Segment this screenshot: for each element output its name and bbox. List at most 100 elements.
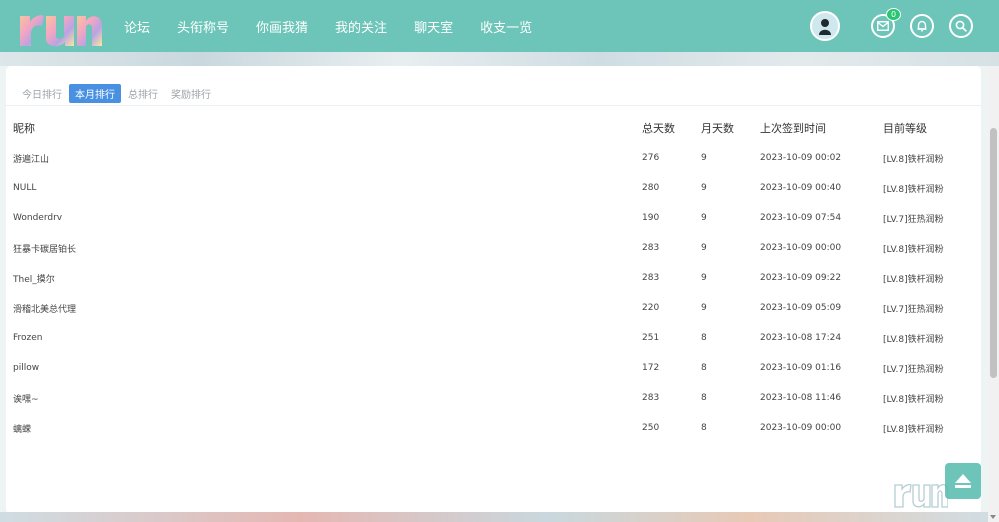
table-row: 狂暴卡碳居铂长 283 9 2023-10-09 00:00 [LV.8]铁杆润… [6, 233, 981, 263]
cell-nickname[interactable]: 螭蝾 [6, 413, 642, 443]
cell-level: [LV.7]狂热润粉 [883, 214, 944, 225]
cell-month-days: 9 [701, 303, 707, 313]
table-row: pillow 172 8 2023-10-09 01:16 [LV.7]狂热润粉 [6, 353, 981, 383]
cell-month-days: 8 [701, 423, 707, 433]
site-watermark-logo [892, 476, 949, 514]
site-logo[interactable] [14, 2, 102, 52]
cell-nickname[interactable]: 滑稽北美总代理 [6, 293, 642, 323]
cell-month-days: 8 [701, 333, 707, 343]
cell-month-days: 9 [701, 153, 707, 163]
table-row: 螭蝾 250 8 2023-10-09 00:00 [LV.8]铁杆润粉 [6, 413, 981, 443]
nav-link-titles[interactable]: 头衔称号 [177, 17, 229, 36]
table-row: 游遍江山 276 9 2023-10-09 00:02 [LV.8]铁杆润粉 [6, 143, 981, 173]
cell-last-checkin: 2023-10-08 17:24 [760, 333, 842, 343]
ranking-tabs: 今日排行 本月排行 总排行 奖励排行 [16, 84, 218, 103]
top-navbar: 论坛 头衔称号 你画我猜 我的关注 聊天室 收支一览 0 [0, 0, 999, 52]
cell-level: [LV.8]铁杆润粉 [883, 394, 944, 405]
cell-nickname[interactable]: 狂暴卡碳居铂长 [6, 233, 642, 263]
ranking-table: 昵称 总天数 月天数 上次签到时间 目前等级 游遍江山 276 9 2023-1… [6, 113, 981, 443]
search-icon [955, 20, 967, 32]
cell-month-days: 9 [701, 243, 707, 253]
cell-nickname[interactable]: pillow [6, 353, 642, 383]
cell-last-checkin: 2023-10-08 11:46 [760, 393, 842, 403]
header-level: 目前等级 [883, 122, 927, 135]
eject-icon [955, 474, 971, 488]
cell-last-checkin: 2023-10-09 01:16 [760, 363, 842, 373]
table-row: 滑稽北美总代理 220 9 2023-10-09 05:09 [LV.7]狂热润… [6, 293, 981, 323]
cell-level: [LV.8]铁杆润粉 [883, 424, 944, 435]
cell-total-days: 250 [642, 423, 660, 433]
cell-level: [LV.8]铁杆润粉 [883, 244, 944, 255]
tab-all-time[interactable]: 总排行 [122, 84, 164, 103]
cell-total-days: 220 [642, 303, 660, 313]
cell-level: [LV.8]铁杆润粉 [883, 184, 944, 195]
avatar-figure-icon [819, 19, 831, 35]
user-avatar[interactable] [810, 11, 840, 41]
tab-today[interactable]: 今日排行 [16, 84, 68, 103]
mail-count-badge: 0 [886, 8, 901, 21]
cell-nickname[interactable]: Wonderdrv [6, 203, 642, 233]
header-month-days: 月天数 [701, 122, 734, 135]
nav-link-forum[interactable]: 论坛 [124, 17, 150, 36]
cell-month-days: 9 [701, 273, 707, 283]
cell-nickname[interactable]: Thel_摸尔 [6, 263, 642, 293]
header-nickname: 昵称 [13, 122, 35, 135]
mail-icon [877, 21, 889, 31]
nav-link-balance[interactable]: 收支一览 [480, 17, 532, 36]
cell-month-days: 8 [701, 363, 707, 373]
cell-total-days: 251 [642, 333, 660, 343]
table-row: Wonderdrv 190 9 2023-10-09 07:54 [LV.7]狂… [6, 203, 981, 233]
table-row: NULL 280 9 2023-10-09 00:40 [LV.8]铁杆润粉 [6, 173, 981, 203]
scroll-down-arrow-icon[interactable] [990, 515, 996, 519]
cell-level: [LV.7]狂热润粉 [883, 304, 944, 315]
cell-level: [LV.8]铁杆润粉 [883, 274, 944, 285]
cell-level: [LV.8]铁杆润粉 [883, 334, 944, 345]
cell-total-days: 283 [642, 243, 660, 253]
cell-total-days: 283 [642, 273, 660, 283]
ranking-card: 今日排行 本月排行 总排行 奖励排行 昵称 总天数 月天数 上次签到时间 目前等… [6, 66, 981, 514]
table-row: 诶嘿~ 283 8 2023-10-08 11:46 [LV.8]铁杆润粉 [6, 383, 981, 413]
decorative-banner-strip [0, 52, 999, 66]
nav-link-draw-guess[interactable]: 你画我猜 [256, 17, 308, 36]
back-to-top-button[interactable] [945, 463, 981, 499]
cell-nickname[interactable]: Frozen [6, 323, 642, 353]
cell-total-days: 190 [642, 213, 660, 223]
header-last-checkin: 上次签到时间 [760, 122, 826, 135]
tab-this-month[interactable]: 本月排行 [69, 84, 121, 103]
cell-month-days: 9 [701, 183, 707, 193]
cell-nickname[interactable]: 游遍江山 [6, 143, 642, 173]
cell-level: [LV.8]铁杆润粉 [883, 154, 944, 165]
cell-month-days: 9 [701, 213, 707, 223]
notifications-button[interactable] [910, 14, 934, 38]
tab-rewards[interactable]: 奖励排行 [165, 84, 217, 103]
scrollbar-thumb[interactable] [990, 128, 997, 378]
table-row: Frozen 251 8 2023-10-08 17:24 [LV.8]铁杆润粉 [6, 323, 981, 353]
cell-last-checkin: 2023-10-09 00:00 [760, 243, 842, 253]
search-button[interactable] [949, 14, 973, 38]
cell-total-days: 172 [642, 363, 660, 373]
tabs-divider [6, 105, 981, 106]
cell-nickname[interactable]: NULL [6, 173, 642, 203]
nav-link-following[interactable]: 我的关注 [335, 17, 387, 36]
cell-total-days: 283 [642, 393, 660, 403]
header-total-days: 总天数 [642, 122, 675, 135]
cell-last-checkin: 2023-10-09 05:09 [760, 303, 842, 313]
table-row: Thel_摸尔 283 9 2023-10-09 09:22 [LV.8]铁杆润… [6, 263, 981, 293]
cell-last-checkin: 2023-10-09 00:02 [760, 153, 842, 163]
cell-month-days: 8 [701, 393, 707, 403]
page-scrollbar[interactable] [988, 66, 999, 522]
cell-total-days: 280 [642, 183, 660, 193]
bell-icon [917, 20, 927, 32]
nav-actions: 0 [810, 8, 973, 41]
cell-last-checkin: 2023-10-09 07:54 [760, 213, 842, 223]
table-header-row: 昵称 总天数 月天数 上次签到时间 目前等级 [6, 113, 981, 143]
cell-level: [LV.7]狂热润粉 [883, 364, 944, 375]
decorative-footer-strip [0, 512, 999, 522]
mail-button[interactable]: 0 [871, 8, 901, 38]
cell-total-days: 276 [642, 153, 660, 163]
cell-last-checkin: 2023-10-09 00:40 [760, 183, 842, 193]
cell-nickname[interactable]: 诶嘿~ [6, 383, 642, 413]
cell-last-checkin: 2023-10-09 00:00 [760, 423, 842, 433]
nav-link-chatroom[interactable]: 聊天室 [414, 17, 453, 36]
cell-last-checkin: 2023-10-09 09:22 [760, 273, 842, 283]
